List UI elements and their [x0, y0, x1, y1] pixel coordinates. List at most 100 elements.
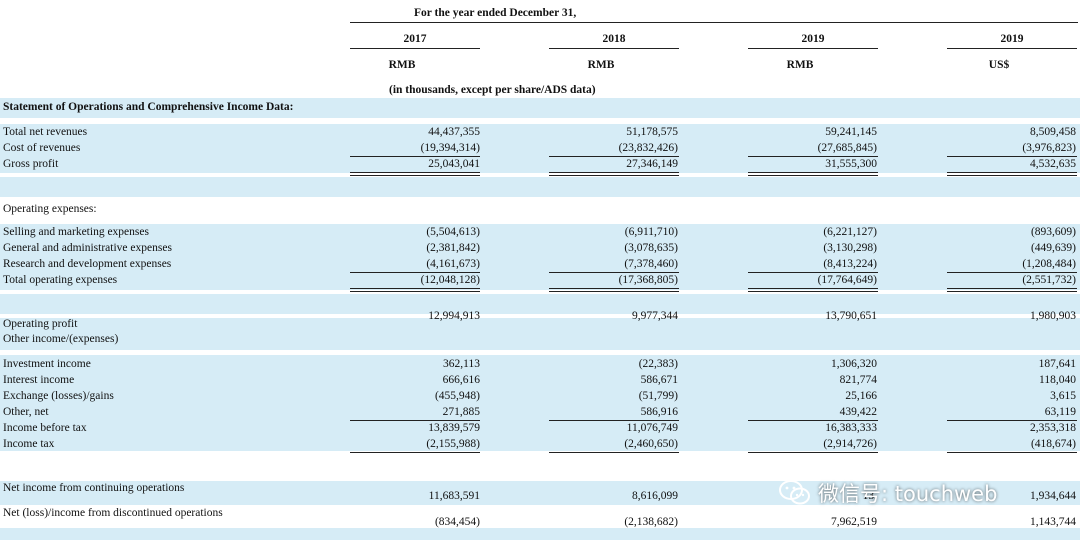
cell-value: 1,143,744	[1030, 516, 1076, 528]
row-label: Interest income	[3, 374, 75, 386]
row-label: General and administrative expenses	[3, 242, 172, 254]
cell-value: 44,437,355	[428, 126, 480, 138]
cell-value: 27,346,149	[626, 158, 678, 170]
cell-value: (4,161,673)	[426, 258, 480, 270]
cell-value: 31,555,300	[825, 158, 877, 170]
cell-value: (2,381,842)	[426, 242, 480, 254]
cell-value: 25,166	[845, 390, 877, 402]
cell-value: 362,113	[443, 358, 480, 370]
table-row: General and administrative expenses (2,3…	[0, 240, 1080, 256]
cell-value: 3,615	[1050, 390, 1076, 402]
cell-value: (22,383)	[638, 358, 678, 370]
cell-value: 25,043,041	[428, 158, 480, 170]
cell-value: 63,119	[1044, 406, 1076, 418]
wechat-icon	[779, 480, 810, 505]
year-header-2019-rmb: 2019	[801, 33, 825, 45]
table-row: Exchange (losses)/gains (455,948) (51,79…	[0, 388, 1080, 404]
table-row: Income before tax 13,839,579 11,076,749 …	[0, 420, 1080, 436]
cell-value: (3,130,298)	[823, 242, 877, 254]
cell-value: 11,683,591	[428, 490, 480, 502]
unit-note: (in thousands, except per share/ADS data…	[389, 84, 596, 96]
cell-value: 1,306,320	[831, 358, 877, 370]
year-header-2018: 2018	[602, 33, 626, 45]
row-label: Net (loss)/income from discontinued oper…	[3, 507, 223, 519]
cell-value: (2,138,682)	[624, 516, 678, 528]
cell-value: 4,532,635	[1030, 158, 1076, 170]
watermark: 微信号: touchweb	[778, 478, 997, 508]
period-header: For the year ended December 31,	[414, 7, 577, 19]
cell-value: 13,839,579	[428, 422, 480, 434]
cell-value: (418,674)	[1030, 438, 1076, 450]
cell-value: (27,685,845)	[817, 142, 877, 154]
cell-value: (449,639)	[1030, 242, 1076, 254]
cell-value: (2,155,988)	[426, 438, 480, 450]
cell-value: 8,616,099	[632, 490, 678, 502]
cell-value: (51,799)	[638, 390, 678, 402]
cell-value: (12,048,128)	[420, 274, 480, 286]
table-row: Selling and marketing expenses (5,504,61…	[0, 224, 1080, 240]
row-label: Other, net	[3, 406, 49, 418]
cell-value: 187,641	[1038, 358, 1076, 370]
row-label: Investment income	[3, 358, 91, 370]
cell-value: (17,368,805)	[618, 274, 678, 286]
table-row: Research and development expenses (4,161…	[0, 256, 1080, 272]
cell-value: (8,413,224)	[823, 258, 877, 270]
cell-value: (6,221,127)	[823, 226, 877, 238]
table-row: Interest income 666,616 586,671 821,774 …	[0, 372, 1080, 388]
cell-value: (2,460,650)	[624, 438, 678, 450]
row-label: Research and development expenses	[3, 258, 172, 270]
row-label: Total operating expenses	[3, 274, 118, 286]
cell-value: 666,616	[442, 374, 480, 386]
currency-header-2017: RMB	[388, 59, 416, 71]
row-label: Operating profit	[3, 318, 78, 330]
table-row: Income tax (2,155,988) (2,460,650) (2,91…	[0, 436, 1080, 452]
row-label: Income tax	[3, 438, 55, 450]
cell-value: 13,790,651	[825, 310, 877, 322]
cell-value: (1,208,484)	[1022, 258, 1076, 270]
cell-value: 586,916	[640, 406, 678, 418]
cell-value: 821,774	[839, 374, 877, 386]
table-row: Total operating expenses (12,048,128) (1…	[0, 272, 1080, 288]
cell-value: (6,911,710)	[624, 226, 678, 238]
cell-value: 118,040	[1039, 374, 1076, 386]
cell-value: (834,454)	[434, 516, 480, 528]
currency-header-2019-rmb: RMB	[786, 59, 814, 71]
row-label: Income before tax	[3, 422, 87, 434]
cell-value: 439,422	[839, 406, 877, 418]
row-label: Net income from continuing operations	[3, 482, 185, 494]
cell-value: (5,504,613)	[426, 226, 480, 238]
cell-value: 1,980,903	[1030, 310, 1076, 322]
row-label: Cost of revenues	[3, 142, 81, 154]
year-header-2017: 2017	[403, 33, 427, 45]
cell-value: 9,977,344	[632, 310, 678, 322]
cell-value: (17,764,649)	[817, 274, 877, 286]
row-label: Gross profit	[3, 158, 59, 170]
cell-value: 51,178,575	[626, 126, 678, 138]
cell-value: (455,948)	[434, 390, 480, 402]
table-row: Investment income 362,113 (22,383) 1,306…	[0, 356, 1080, 372]
cell-value: 12,994,913	[428, 310, 480, 322]
table-row: Operating profit 12,994,913 9,977,344 13…	[0, 310, 1080, 332]
cell-value: (2,551,732)	[1022, 274, 1076, 286]
cell-value: 586,671	[640, 374, 678, 386]
cell-value: 8,509,458	[1030, 126, 1076, 138]
cell-value: 11,076,749	[626, 422, 678, 434]
table-row: Other income/(expenses)	[0, 331, 1080, 347]
watermark-text: 微信号: touchweb	[818, 482, 998, 506]
cell-value: 16,383,333	[825, 422, 877, 434]
cell-value: (19,394,314)	[420, 142, 480, 154]
cell-value: (3,976,823)	[1022, 142, 1076, 154]
row-label: Operating expenses:	[3, 203, 97, 215]
cell-value: (23,832,426)	[618, 142, 678, 154]
cell-value: 59,241,145	[825, 126, 877, 138]
row-label: Other income/(expenses)	[3, 333, 119, 345]
cell-value: (3,078,635)	[624, 242, 678, 254]
currency-header-2019-usd: US$	[988, 59, 1010, 71]
table-row: Cost of revenues (19,394,314) (23,832,42…	[0, 140, 1080, 156]
row-label: Selling and marketing expenses	[3, 226, 149, 238]
table-row: Gross profit 25,043,041 27,346,149 31,55…	[0, 156, 1080, 172]
table-row: Total net revenues 44,437,355 51,178,575…	[0, 124, 1080, 140]
cell-value: (2,914,726)	[823, 438, 877, 450]
row-label: Total net revenues	[3, 126, 88, 138]
cell-value: 7,962,519	[831, 516, 877, 528]
